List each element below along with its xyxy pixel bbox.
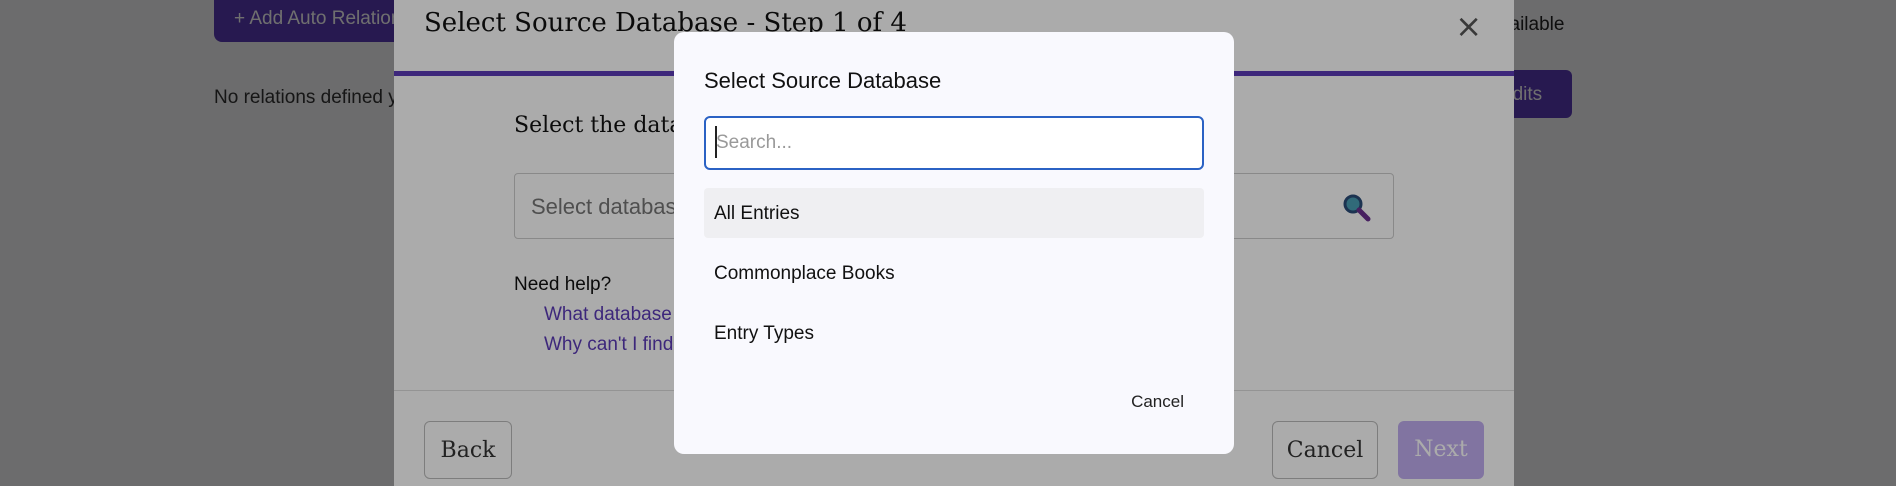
picker-title: Select Source Database — [704, 68, 942, 93]
search-input[interactable] — [704, 116, 1204, 170]
database-picker-dialog: Select Source Database All Entries Commo… — [674, 32, 1234, 454]
list-item-entry-types[interactable]: Entry Types — [704, 308, 1204, 358]
list-item-commonplace-books[interactable]: Commonplace Books — [704, 248, 1204, 298]
text-caret — [715, 126, 717, 158]
list-item-all-entries[interactable]: All Entries — [704, 188, 1204, 238]
picker-cancel-button[interactable]: Cancel — [1131, 392, 1184, 412]
